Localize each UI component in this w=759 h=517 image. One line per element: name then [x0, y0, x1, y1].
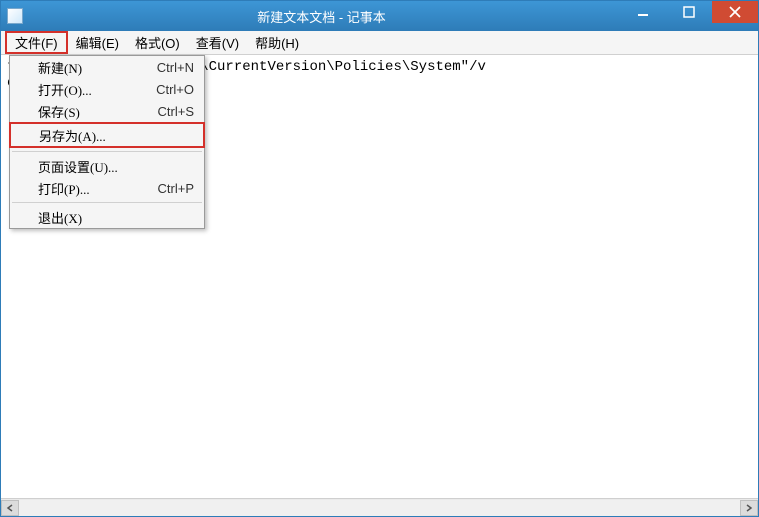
menu-item-open-shortcut: Ctrl+O: [156, 82, 194, 97]
horizontal-scrollbar[interactable]: [1, 498, 758, 516]
menu-separator: [12, 202, 202, 203]
menu-separator: [12, 151, 202, 152]
menu-help-label: 帮助(H): [255, 33, 299, 52]
menu-item-new-shortcut: Ctrl+N: [157, 60, 194, 75]
minimize-button[interactable]: [620, 1, 666, 23]
close-icon: [729, 6, 741, 18]
notepad-window: 新建文本文档 - 记事本 文件(F) 编辑(E) 格式(O) 查看(V) 帮助(…: [0, 0, 759, 517]
menu-view[interactable]: 查看(V): [188, 31, 247, 54]
menubar: 文件(F) 编辑(E) 格式(O) 查看(V) 帮助(H): [1, 31, 758, 55]
menu-item-save-as[interactable]: 另存为(A)...: [11, 124, 203, 146]
menu-file[interactable]: 文件(F): [5, 31, 68, 54]
menu-item-save-as-label: 另存为(A)...: [39, 126, 193, 145]
chevron-left-icon: [6, 504, 14, 512]
file-menu-dropdown: 新建(N) Ctrl+N 打开(O)... Ctrl+O 保存(S) Ctrl+…: [9, 55, 205, 229]
menu-format[interactable]: 格式(O): [127, 31, 188, 54]
menu-item-page-setup-label: 页面设置(U)...: [38, 157, 194, 176]
menu-item-save-shortcut: Ctrl+S: [158, 104, 194, 119]
scroll-right-button[interactable]: [740, 500, 758, 516]
chevron-right-icon: [745, 504, 753, 512]
menu-item-exit-label: 退出(X): [38, 208, 194, 227]
maximize-button[interactable]: [666, 1, 712, 23]
menu-file-label: 文件(F): [15, 33, 58, 52]
menu-item-save-as-highlight: 另存为(A)...: [9, 122, 205, 148]
notepad-icon: [7, 8, 23, 24]
menu-item-print-shortcut: Ctrl+P: [158, 181, 194, 196]
menu-edit[interactable]: 编辑(E): [68, 31, 127, 54]
maximize-icon: [683, 6, 695, 18]
scroll-left-button[interactable]: [1, 500, 19, 516]
menu-item-new[interactable]: 新建(N) Ctrl+N: [10, 56, 204, 78]
menu-item-print[interactable]: 打印(P)... Ctrl+P: [10, 177, 204, 199]
menu-item-new-label: 新建(N): [38, 58, 157, 77]
scroll-track[interactable]: [19, 500, 740, 516]
menu-help[interactable]: 帮助(H): [247, 31, 307, 54]
menu-item-open-label: 打开(O)...: [38, 80, 156, 99]
menu-item-print-label: 打印(P)...: [38, 179, 158, 198]
menu-item-save[interactable]: 保存(S) Ctrl+S: [10, 100, 204, 122]
menu-item-save-label: 保存(S): [38, 102, 158, 121]
titlebar[interactable]: 新建文本文档 - 记事本: [1, 1, 758, 31]
minimize-icon: [637, 6, 649, 18]
menu-format-label: 格式(O): [135, 33, 180, 52]
window-controls: [620, 1, 758, 31]
close-button[interactable]: [712, 1, 758, 23]
menu-view-label: 查看(V): [196, 33, 239, 52]
menu-item-open[interactable]: 打开(O)... Ctrl+O: [10, 78, 204, 100]
window-title: 新建文本文档 - 记事本: [23, 7, 620, 26]
menu-item-page-setup[interactable]: 页面设置(U)...: [10, 155, 204, 177]
menu-edit-label: 编辑(E): [76, 33, 119, 52]
menu-item-exit[interactable]: 退出(X): [10, 206, 204, 228]
